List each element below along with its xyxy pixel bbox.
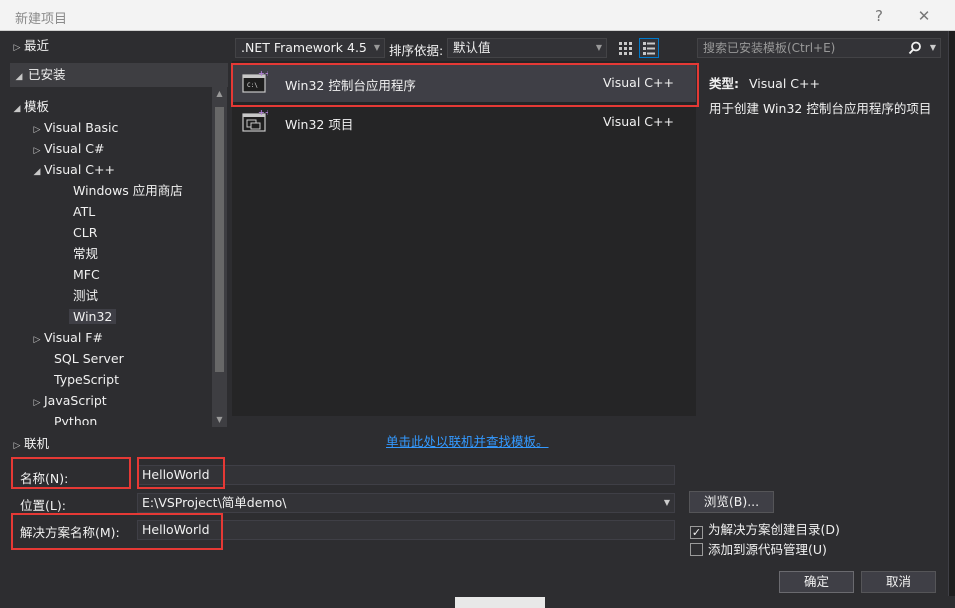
browse-button[interactable]: 浏览(B)... [689,491,774,513]
solution-name-label: 解决方案名称(M): [20,525,120,540]
tree-item-recent[interactable]: ▷ 最近 [10,35,210,56]
name-field[interactable]: HelloWorld [137,465,675,485]
tree-item-win32[interactable]: Win32 [69,306,117,327]
template-details: 类型: Visual C++ 用于创建 Win32 控制台应用程序的项目 [709,73,944,117]
tree-scrollbar[interactable]: ▲ ▼ [212,87,227,427]
type-label: 类型: [709,76,739,91]
collapse-arrow-icon: ◢ [13,104,21,114]
chevron-down-icon: ▼ [373,43,380,52]
template-language: Visual C++ [603,75,674,90]
tree-item-visual-cpp[interactable]: ◢ Visual C++ [30,159,230,180]
template-list: C:\ ++ Win32 控制台应用程序 Visual C++ ++ Win32… [232,61,696,416]
template-item-win32-project[interactable]: ++ Win32 项目 Visual C++ [232,103,696,141]
template-item-win32-console[interactable]: C:\ ++ Win32 控制台应用程序 Visual C++ [232,64,696,102]
expand-arrow-icon: ▷ [33,398,41,408]
solution-name-field[interactable]: HelloWorld [137,520,675,540]
location-field[interactable]: E:\VSProject\简单demo\ ▼ [137,493,675,513]
console-app-icon: C:\ ++ [242,70,268,93]
sort-select[interactable]: 默认值 ▼ [447,38,607,58]
add-to-source-control-checkbox[interactable]: 添加到源代码管理(U) [690,542,827,558]
template-name: Win32 项目 [285,117,354,132]
list-view-button[interactable] [639,38,659,58]
find-online-templates-link[interactable]: 单击此处以联机并查找模板。 [386,431,549,450]
ok-button[interactable]: 确定 [779,571,854,593]
search-installed-input[interactable]: 搜索已安装模板(Ctrl+E) ▼ [697,38,941,58]
grid-view-icon [619,42,632,55]
tree-item-templates[interactable]: ◢ 模板 [10,96,210,117]
svg-text:C:\: C:\ [247,82,258,89]
window-title: 新建项目 [15,12,68,27]
win32-project-icon: ++ [242,109,268,132]
title-bar: 新建项目 ? ✕ [0,0,955,31]
expand-arrow-icon: ▷ [13,43,21,53]
cancel-button[interactable]: 取消 [861,571,936,593]
chevron-down-icon[interactable]: ▼ [664,494,670,512]
type-value: Visual C++ [748,76,820,91]
create-directory-checkbox[interactable]: ✓ 为解决方案创建目录(D) [690,522,840,539]
background-taskbar-strip [0,596,955,608]
small-icons-view-button[interactable] [615,38,635,58]
name-label: 名称(N): [20,471,69,486]
chevron-down-icon: ▼ [595,43,602,52]
empty-checkbox-icon [690,543,703,556]
scroll-up-icon[interactable]: ▲ [212,87,227,101]
collapse-arrow-icon: ◢ [33,167,41,177]
template-description: 用于创建 Win32 控制台应用程序的项目 [709,101,932,116]
search-icon[interactable] [908,41,922,55]
scroll-down-icon[interactable]: ▼ [212,413,227,427]
tree-item-online[interactable]: ▷ 联机 [10,433,210,454]
checkmark-icon: ✓ [690,526,703,539]
expand-arrow-icon: ▷ [33,335,41,345]
background-editor-edge [948,31,955,608]
tree-item-javascript[interactable]: ▷ JavaScript [30,390,230,411]
tree-item-visual-fsharp[interactable]: ▷ Visual F# [30,327,230,348]
location-label: 位置(L): [20,498,66,513]
tree-item-visual-csharp[interactable]: ▷ Visual C# [30,138,230,159]
expand-arrow-icon: ▷ [13,441,21,451]
chevron-down-icon[interactable]: ▼ [930,39,936,57]
svg-text:++: ++ [258,109,268,117]
tree-item-installed[interactable]: ◢ 已安装 [10,63,228,87]
list-view-icon [643,42,655,55]
help-button[interactable]: ? [865,4,893,28]
new-project-dialog: ▷ 最近 ◢ 已安装 ◢ 模板 ▷ Visual Basic ▷ Visual C# ◢ V… [0,31,948,608]
svg-text:++: ++ [258,70,268,78]
template-language: Visual C++ [603,114,674,129]
close-button[interactable]: ✕ [910,4,938,28]
background-window-fragment [455,597,545,608]
sort-label: 排序依据: [389,43,444,58]
framework-select[interactable]: .NET Framework 4.5 ▼ [235,38,385,58]
template-name: Win32 控制台应用程序 [285,78,416,93]
tree-item-visual-basic[interactable]: ▷ Visual Basic [30,117,230,138]
collapse-arrow-icon: ◢ [15,72,23,82]
scrollbar-thumb[interactable] [215,107,224,372]
